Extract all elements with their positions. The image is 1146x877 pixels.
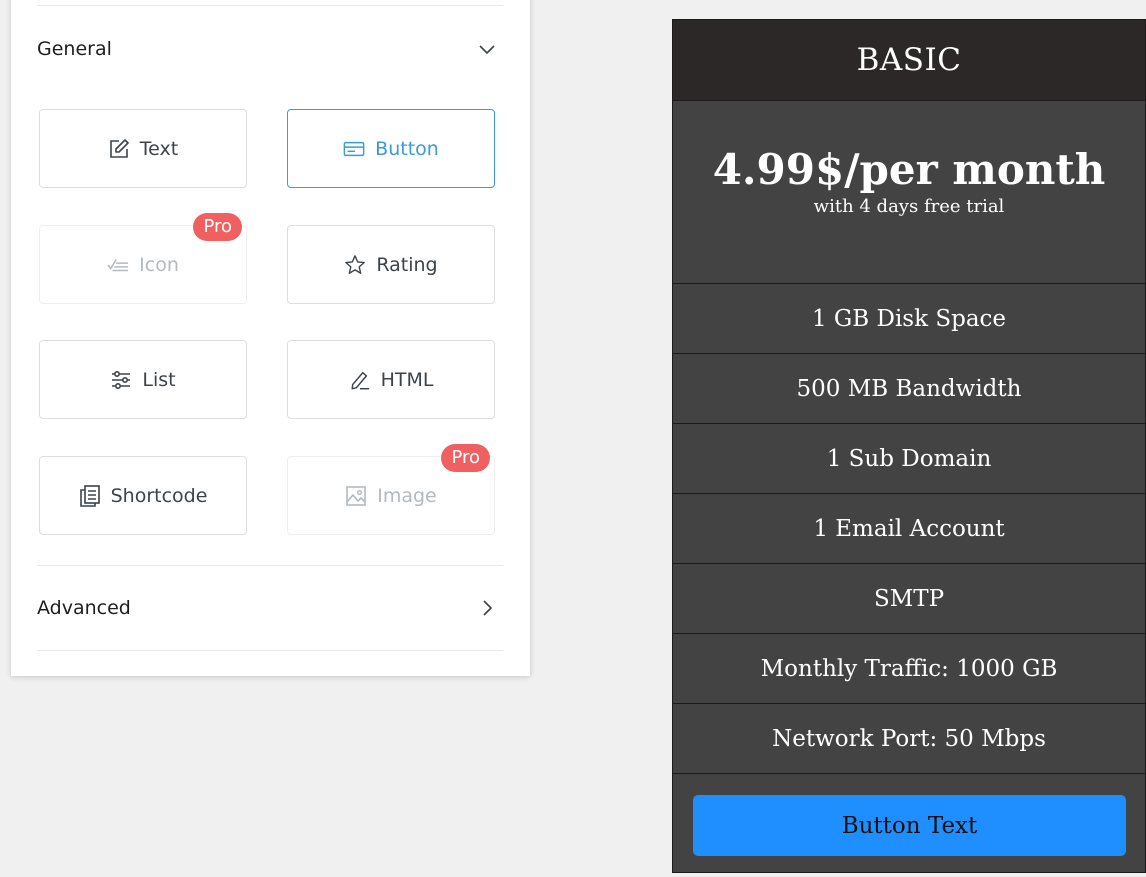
widget-icon-label: Icon (139, 253, 179, 276)
pricing-subtitle: with 4 days free trial (813, 195, 1005, 217)
widget-list-label: List (142, 368, 176, 391)
divider (37, 565, 503, 566)
image-icon (345, 485, 367, 507)
pricing-cta-button[interactable]: Button Text (693, 795, 1126, 856)
widget-button-label: Button (375, 137, 439, 160)
pricing-feature: 1 GB Disk Space (673, 284, 1145, 354)
sliders-icon (110, 369, 132, 391)
pricing-feature: 1 Email Account (673, 494, 1145, 564)
widget-button[interactable]: Button (287, 109, 495, 188)
widget-html-label: HTML (380, 368, 434, 391)
pricing-feature: SMTP (673, 564, 1145, 634)
advanced-section-title: Advanced (37, 597, 131, 619)
shortcode-icon (79, 484, 101, 507)
widget-image: Image Pro (287, 444, 495, 535)
pricing-footer: Button Text (673, 774, 1145, 877)
widget-html[interactable]: HTML (287, 340, 495, 419)
pricing-feature: 500 MB Bandwidth (673, 354, 1145, 424)
pen-icon (349, 369, 371, 391)
star-icon (344, 254, 366, 276)
pricing-table: BASIC 4.99$/per month with 4 days free t… (672, 19, 1146, 873)
widget-rating-label: Rating (376, 253, 438, 276)
chevron-down-icon (477, 39, 497, 59)
pro-badge: Pro (193, 213, 242, 241)
pricing-feature: Monthly Traffic: 1000 GB (673, 634, 1145, 704)
general-section-title: General (37, 38, 112, 60)
divider (37, 5, 503, 6)
button-icon (343, 138, 365, 160)
widget-rating[interactable]: Rating (287, 225, 495, 304)
general-section-toggle[interactable]: General (37, 29, 503, 69)
pricing-title: BASIC (673, 20, 1145, 101)
pricing-price: 4.99$/per month (712, 144, 1106, 194)
pricing-feature: 1 Sub Domain (673, 424, 1145, 494)
pricing-feature: Network Port: 50 Mbps (673, 704, 1145, 774)
pricing-price-block: 4.99$/per month with 4 days free trial (673, 101, 1145, 284)
chevron-right-icon (477, 598, 497, 618)
widget-image-label: Image (377, 484, 437, 507)
widget-list[interactable]: List (39, 340, 247, 419)
pro-badge: Pro (441, 444, 490, 472)
widget-text[interactable]: Text (39, 109, 247, 188)
blocks-panel: General Text Button Icon Pro Rating List… (11, 0, 530, 676)
widget-icon: Icon Pro (39, 213, 247, 304)
checklist-icon (107, 254, 129, 276)
divider (37, 650, 503, 651)
widget-text-label: Text (139, 137, 179, 160)
widget-shortcode[interactable]: Shortcode (39, 456, 247, 535)
widget-shortcode-label: Shortcode (110, 484, 208, 507)
advanced-section-toggle[interactable]: Advanced (37, 588, 503, 628)
edit-icon (108, 138, 130, 160)
